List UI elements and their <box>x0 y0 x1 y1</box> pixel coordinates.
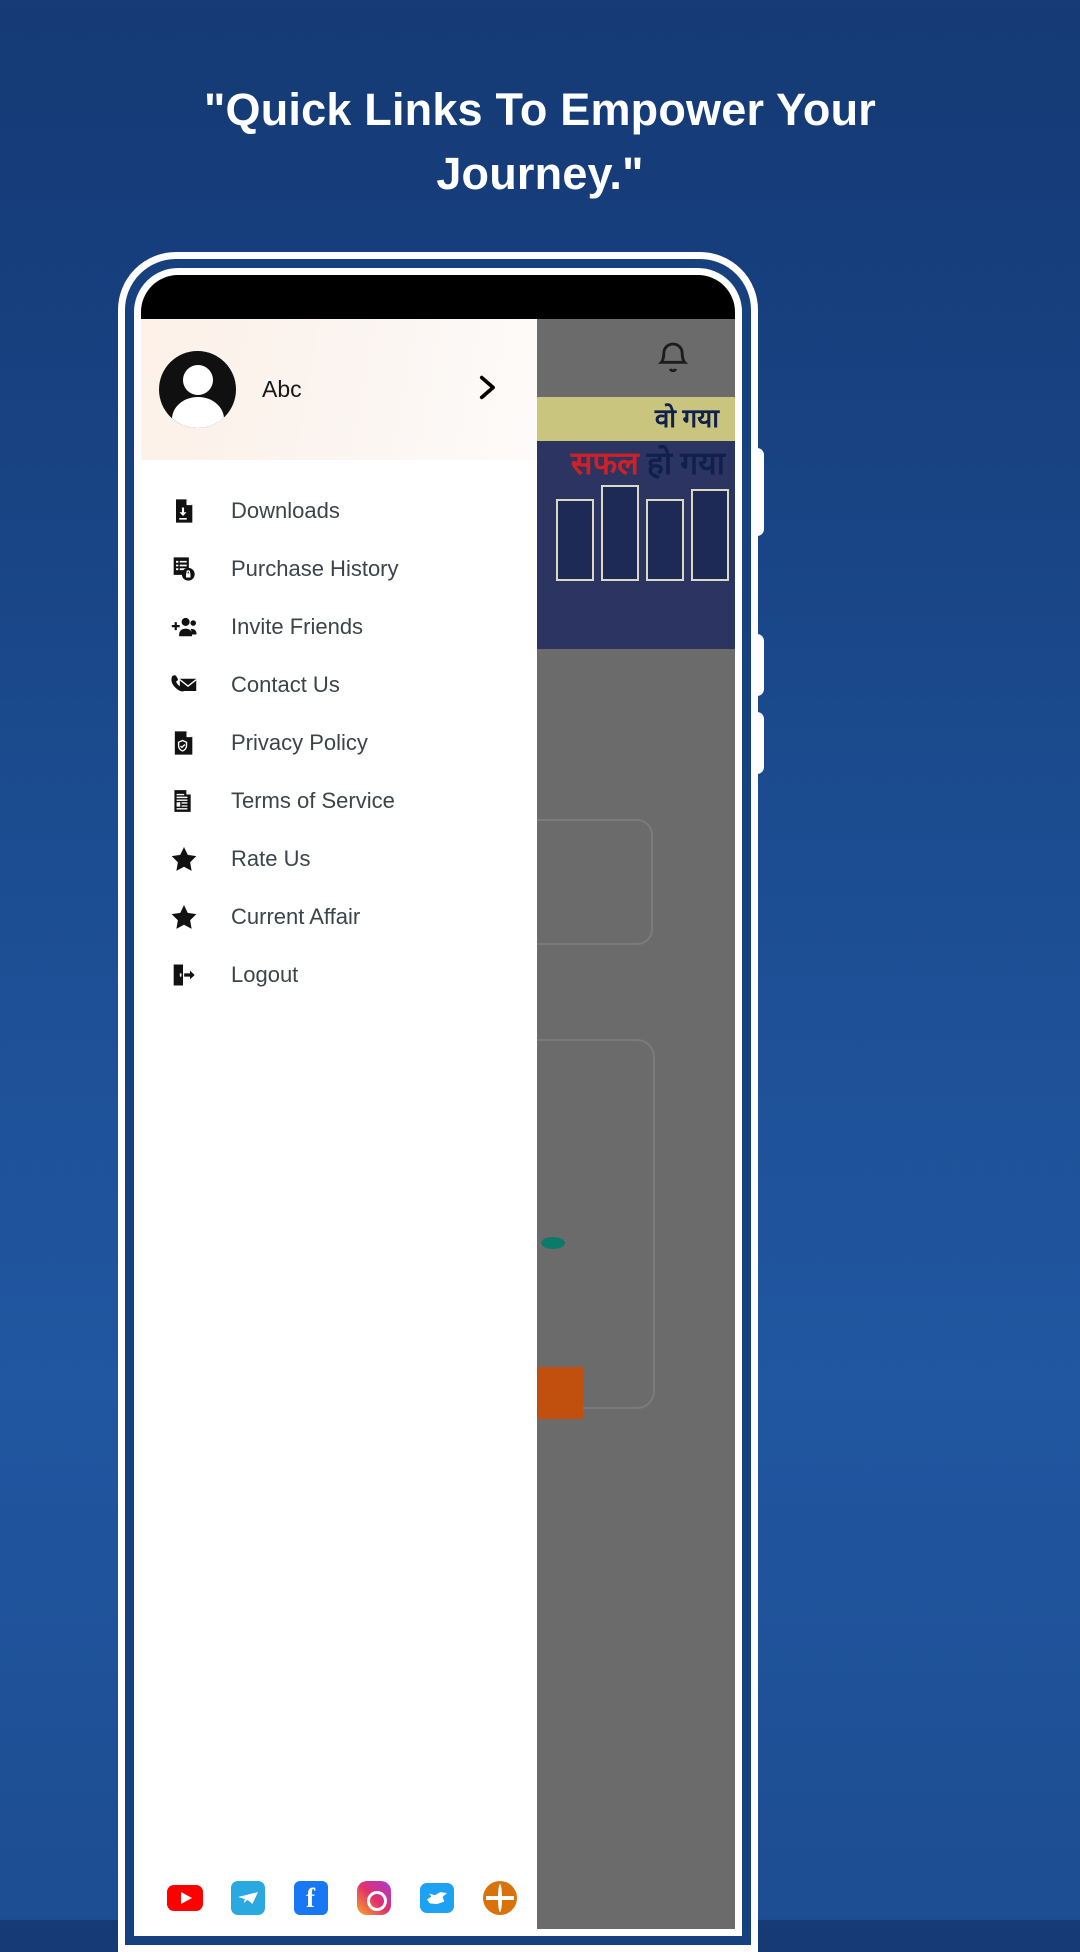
menu-item-terms-of-service[interactable]: Terms of Service <box>141 772 537 830</box>
person-add-icon <box>169 610 215 644</box>
phone-side-button <box>752 448 764 536</box>
student-photo <box>646 499 684 581</box>
menu-item-label: Terms of Service <box>231 788 395 813</box>
phone-volume-up-button <box>752 634 764 696</box>
youtube-icon[interactable] <box>167 1880 203 1916</box>
menu-item-privacy-policy[interactable]: Privacy Policy <box>141 714 537 772</box>
menu-item-label: Contact Us <box>231 672 340 697</box>
menu-item-label: Purchase History <box>231 556 399 581</box>
document-text-icon <box>169 784 215 818</box>
page-title: "Quick Links To Empower Your Journey." <box>203 84 877 199</box>
menu-item-contact-us[interactable]: Contact Us <box>141 656 537 714</box>
profile-name: Abc <box>262 376 302 402</box>
telegram-icon[interactable] <box>230 1880 266 1916</box>
star-icon <box>169 900 215 934</box>
menu-item-label: Logout <box>231 962 299 987</box>
student-photo <box>691 489 729 581</box>
avatar-body <box>171 397 224 428</box>
file-download-icon <box>169 494 215 528</box>
menu-item-label: Invite Friends <box>231 614 364 639</box>
accent-marker <box>541 1237 565 1249</box>
star-icon <box>169 842 215 876</box>
avatar-head <box>182 365 213 395</box>
bell-icon[interactable] <box>653 337 693 381</box>
phone-screen: वो गया सफल हो गया Abc Downloads Purchase… <box>134 268 742 1936</box>
menu-item-label: Current Affair <box>231 904 361 929</box>
menu-item-purchase-history[interactable]: Purchase History <box>141 540 537 598</box>
menu-item-current-affair[interactable]: Current Affair <box>141 888 537 946</box>
menu-item-logout[interactable]: Logout <box>141 946 537 1004</box>
student-photo <box>601 485 639 581</box>
status-bar <box>141 275 735 319</box>
phone-mockup: वो गया सफल हो गया Abc Downloads Purchase… <box>118 252 758 1952</box>
user-avatar-icon <box>159 351 236 428</box>
menu-item-downloads[interactable]: Downloads <box>141 482 537 540</box>
banner-line-2-red: सफल <box>570 445 639 481</box>
banner-line-1: वो गया <box>654 404 719 433</box>
navigation-drawer: Abc Downloads Purchase History Invite Fr… <box>141 319 537 1929</box>
logout-icon <box>169 958 215 992</box>
globe-icon[interactable] <box>482 1880 518 1916</box>
document-shield-icon <box>169 726 215 760</box>
twitter-icon[interactable] <box>419 1880 455 1916</box>
student-photo <box>556 499 594 581</box>
banner-line-2-dark: हो गया <box>638 445 725 481</box>
phone-envelope-icon <box>169 668 215 702</box>
instagram-icon[interactable] <box>356 1880 392 1916</box>
banner-line-2: सफल हो गया <box>571 441 725 484</box>
menu-item-rate-us[interactable]: Rate Us <box>141 830 537 888</box>
chevron-right-icon[interactable] <box>469 370 503 409</box>
app-screen: वो गया सफल हो गया Abc Downloads Purchase… <box>141 319 735 1929</box>
receipt-lock-icon <box>169 552 215 586</box>
menu-item-label: Rate Us <box>231 846 311 871</box>
drawer-menu: Downloads Purchase History Invite Friend… <box>141 460 537 1867</box>
profile-header[interactable]: Abc <box>141 319 537 460</box>
menu-item-label: Downloads <box>231 498 340 523</box>
menu-item-invite-friends[interactable]: Invite Friends <box>141 598 537 656</box>
menu-item-label: Privacy Policy <box>231 730 368 755</box>
student-photo-strip <box>556 485 729 581</box>
phone-volume-down-button <box>752 712 764 774</box>
facebook-icon[interactable] <box>293 1880 329 1916</box>
